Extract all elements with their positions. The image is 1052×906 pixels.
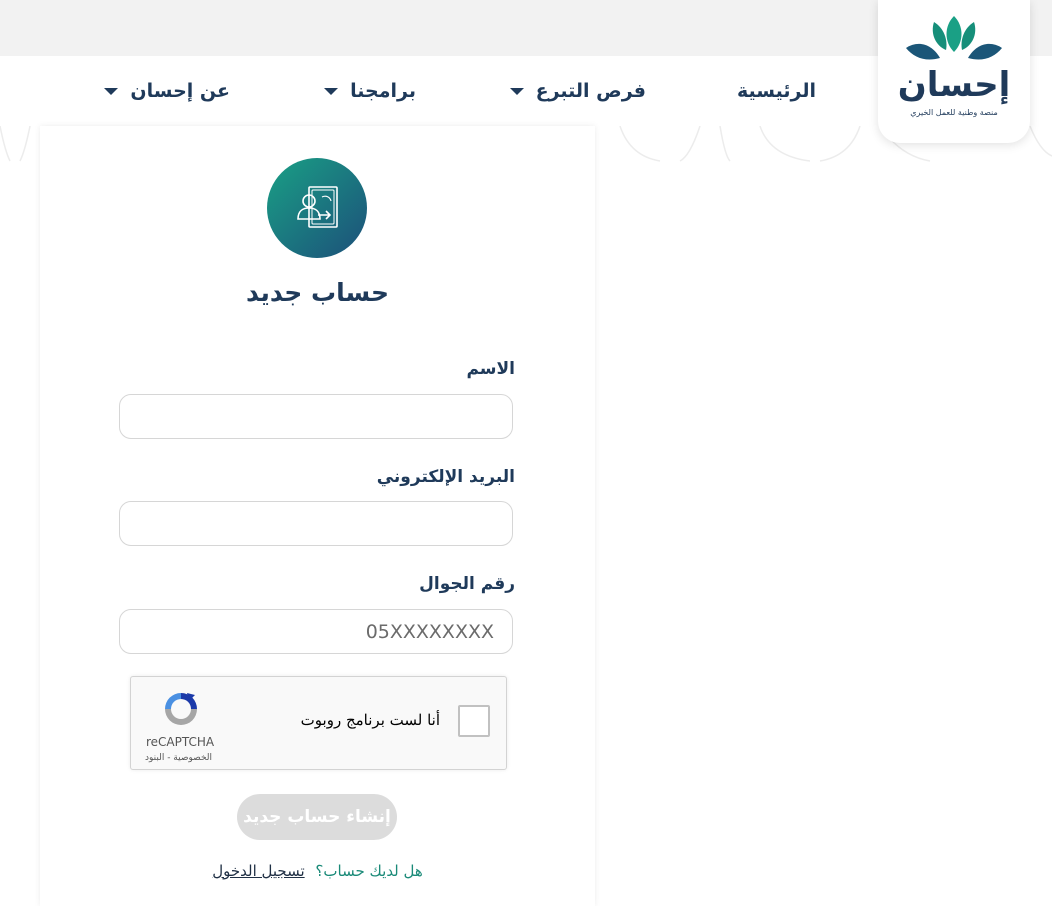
- create-account-button[interactable]: إنشاء حساب جديد: [237, 794, 397, 840]
- phone-input[interactable]: [119, 609, 513, 654]
- nav-item-label: فرص التبرع: [535, 80, 646, 102]
- login-link[interactable]: تسجيل الدخول: [212, 862, 304, 880]
- page-title: حساب جديد: [246, 278, 389, 307]
- nav-item-label: عن إحسان: [130, 80, 230, 102]
- phone-label: رقم الجوال: [419, 574, 515, 594]
- recaptcha-logo-icon: [165, 693, 197, 725]
- nav-item-donation-opportunities[interactable]: فرص التبرع: [509, 80, 646, 102]
- email-label: البريد الإلكتروني: [376, 467, 515, 487]
- nav-item-label: الرئيسية: [737, 80, 816, 102]
- leaf-logo-icon: [906, 16, 1002, 60]
- recaptcha-links[interactable]: الخصوصية - البنود: [145, 753, 212, 763]
- nav-item-about[interactable]: عن إحسان: [104, 80, 230, 102]
- recaptcha-label: أنا لست برنامج روبوت: [300, 711, 440, 729]
- nav-item-home[interactable]: الرئيسية: [737, 80, 816, 102]
- avatar: [267, 158, 367, 258]
- user-transfer-icon: [297, 186, 338, 228]
- recaptcha-checkbox[interactable]: [458, 705, 490, 737]
- have-account-text: هل لديك حساب؟: [315, 862, 423, 880]
- caret-down-icon: [104, 87, 119, 95]
- nav-item-programs[interactable]: برامجنا: [324, 80, 416, 102]
- nav-item-label: برامجنا: [350, 80, 416, 102]
- name-label: الاسم: [466, 359, 515, 379]
- caret-down-icon: [324, 87, 339, 95]
- recaptcha-brand: reCAPTCHA: [146, 735, 215, 749]
- logo-tagline: منصة وطنية للعمل الخيري: [910, 108, 998, 117]
- registration-card: حساب جديد الاسم البريد الإلكتروني رقم ال…: [40, 126, 595, 906]
- logo-card[interactable]: إحسان منصة وطنية للعمل الخيري: [878, 0, 1030, 143]
- login-prompt: هل لديك حساب؟ تسجيل الدخول: [40, 862, 595, 880]
- name-input[interactable]: [119, 394, 513, 439]
- recaptcha-widget: أنا لست برنامج روبوت reCAPTCHA الخصوصية …: [130, 676, 507, 770]
- email-input[interactable]: [119, 501, 513, 546]
- logo-wordmark: إحسان: [897, 65, 1011, 105]
- caret-down-icon: [509, 87, 524, 95]
